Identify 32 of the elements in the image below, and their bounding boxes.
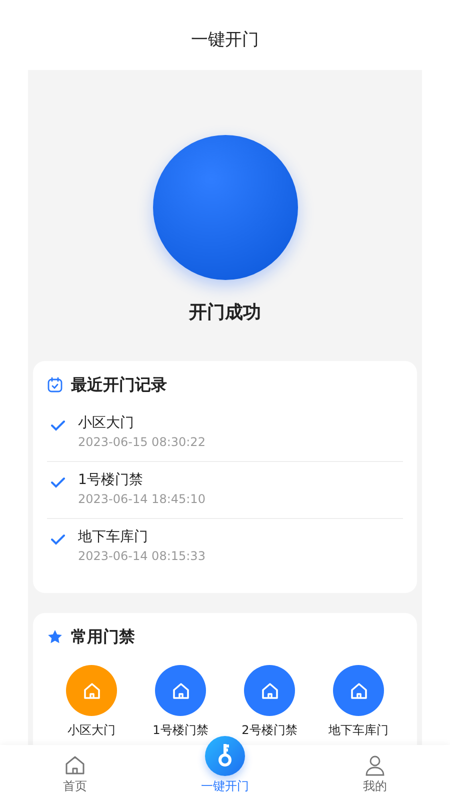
open-time: 2023-06-14 18:45:10 — [78, 492, 206, 506]
house-icon — [170, 680, 190, 700]
calendar-icon — [47, 377, 63, 393]
open-time: 2023-06-15 08:30:22 — [78, 435, 206, 449]
tab[interactable]: 一键开门 — [195, 736, 255, 795]
section-title: 常用门禁 — [71, 626, 135, 648]
door-label: 小区大门 — [68, 722, 116, 739]
tab[interactable]: 我的 — [345, 754, 405, 795]
door-button[interactable] — [244, 665, 295, 716]
star-icon — [47, 629, 63, 645]
user-icon — [364, 754, 386, 776]
check-icon — [51, 477, 65, 488]
door-label: 2号楼门禁 — [242, 722, 298, 739]
unlock-status: 开门成功 — [189, 301, 261, 324]
house-icon — [348, 680, 368, 700]
section-title: 最近开门记录 — [71, 374, 167, 396]
door-button[interactable] — [333, 665, 384, 716]
door-name: 地下车库门 — [78, 528, 149, 546]
open-time: 2023-06-14 08:15:33 — [78, 549, 206, 563]
page-title: 一键开门 — [191, 28, 259, 50]
house-icon — [260, 680, 280, 700]
door-button[interactable] — [66, 665, 117, 716]
door-button[interactable] — [155, 665, 206, 716]
tab[interactable]: 首页 — [45, 754, 105, 795]
door-label: 地下车库门 — [328, 722, 388, 739]
home-icon — [64, 754, 86, 776]
check-icon — [51, 420, 65, 431]
door-label: 1号楼门禁 — [152, 722, 208, 739]
check-icon — [51, 534, 65, 545]
door-name: 1号楼门禁 — [78, 471, 144, 489]
house-icon — [82, 680, 102, 700]
door-name: 小区大门 — [78, 414, 135, 432]
